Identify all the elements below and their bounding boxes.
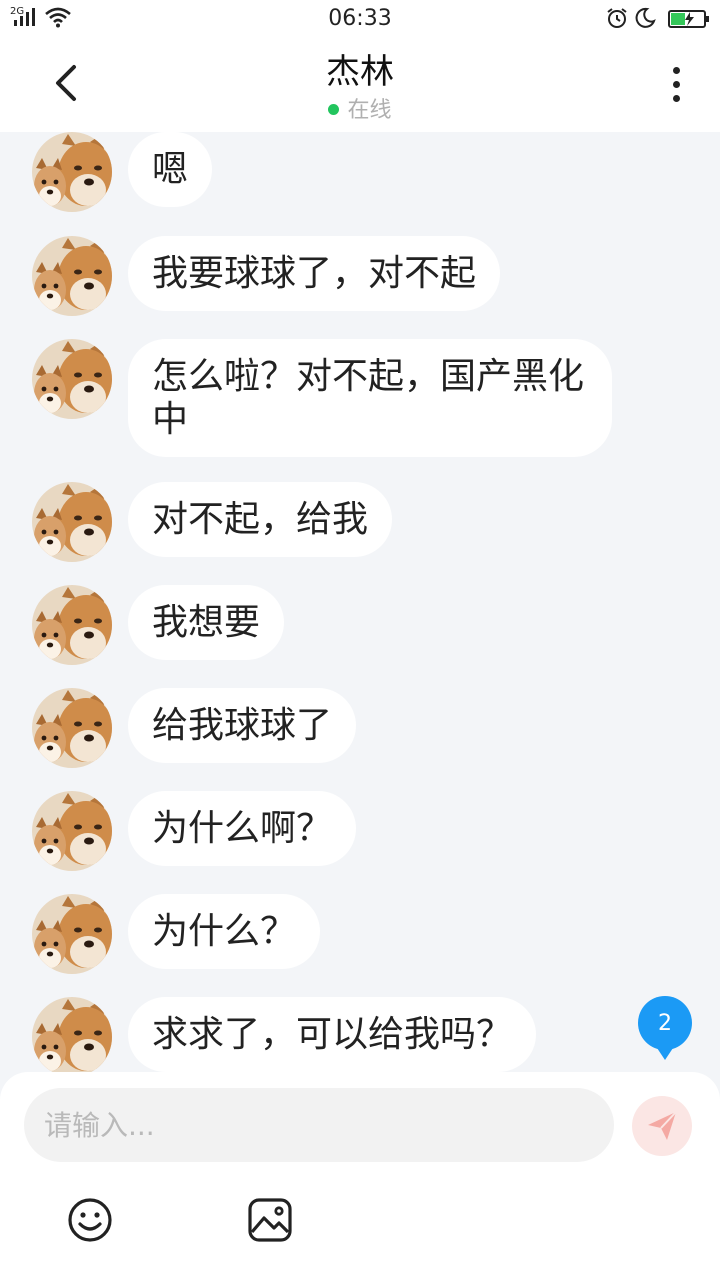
contact-name: 杰林 [326,52,394,92]
paper-plane-icon [648,1111,677,1140]
message-row: 对不起，给我 [32,482,393,562]
message-bubble[interactable]: 为什么啊？ [128,791,357,866]
smiley-icon[interactable] [66,1196,114,1244]
online-status: 在线 [0,92,720,124]
message-input[interactable] [24,1088,614,1162]
message-row: 求求了，可以给我吗？ [32,997,537,1072]
message-row: 为什么啊？ [32,791,357,871]
moon-icon [635,7,656,28]
avatar[interactable] [32,339,112,419]
message-bubble[interactable]: 嗯 [128,132,213,207]
avatar[interactable] [32,482,112,562]
online-status-label: 在线 [347,98,392,123]
more-dot-icon [672,66,680,74]
message-composer [0,1072,720,1280]
message-row: 怎么啦？对不起，国产黑化中 [32,339,612,457]
message-row: 我要球球了，对不起 [32,236,501,316]
unread-count-badge[interactable]: 2 [638,996,692,1060]
battery-icon [668,10,709,28]
message-bubble[interactable]: 为什么？ [128,894,321,969]
message-bubble[interactable]: 求求了，可以给我吗？ [128,997,537,1072]
avatar[interactable] [32,791,112,871]
message-list[interactable]: 嗯 我要球球了，对不起 怎么啦？对不起，国产黑化中 对不起，给我 我想要 给我球… [0,132,720,1072]
message-bubble[interactable]: 对不起，给我 [128,482,393,557]
avatar[interactable] [32,688,112,768]
alarm-icon [607,8,627,28]
message-bubble[interactable]: 我要球球了，对不起 [128,236,501,311]
chat-header: 杰林 在线 [0,36,720,132]
message-row: 为什么？ [32,894,321,974]
message-row: 嗯 [32,132,213,212]
more-dot-icon [672,94,680,102]
status-bar: 2G 06:33 [0,0,720,36]
more-dot-icon [672,80,680,88]
online-dot-icon [328,103,340,115]
avatar[interactable] [32,585,112,665]
more-options-button[interactable] [658,60,694,108]
message-bubble[interactable]: 我想要 [128,585,285,660]
message-row: 我想要 [32,585,285,665]
message-row: 给我球球了 [32,688,357,768]
message-bubble[interactable]: 怎么啦？对不起，国产黑化中 [128,339,612,457]
avatar[interactable] [32,236,112,316]
avatar[interactable] [32,132,112,212]
message-bubble[interactable]: 给我球球了 [128,688,357,763]
avatar[interactable] [32,894,112,974]
image-icon[interactable] [246,1196,294,1244]
avatar[interactable] [32,997,112,1072]
send-button[interactable] [632,1096,692,1156]
